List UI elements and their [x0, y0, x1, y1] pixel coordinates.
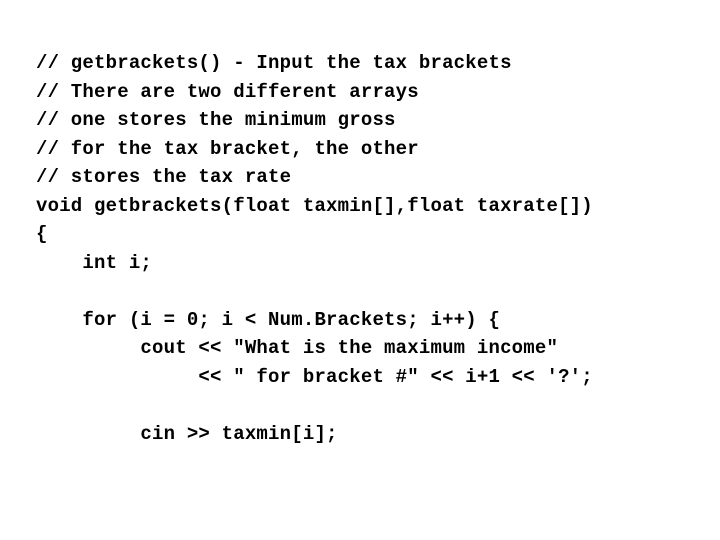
code-line: << " for bracket #" << i+1 << '?'; [36, 366, 593, 388]
code-line: // one stores the minimum gross [36, 109, 396, 131]
code-line: // getbrackets() - Input the tax bracket… [36, 52, 512, 74]
code-line: void getbrackets(float taxmin[],float ta… [36, 195, 593, 217]
code-line: // for the tax bracket, the other [36, 138, 419, 160]
code-line: int i; [36, 252, 152, 274]
code-line: { [36, 223, 48, 245]
code-line: cout << "What is the maximum income" [36, 337, 558, 359]
code-snippet: // getbrackets() - Input the tax bracket… [0, 19, 720, 478]
code-line: cin >> taxmin[i]; [36, 423, 338, 445]
code-line: // There are two different arrays [36, 81, 419, 103]
code-line: // stores the tax rate [36, 166, 291, 188]
code-line: for (i = 0; i < Num.Brackets; i++) { [36, 309, 500, 331]
